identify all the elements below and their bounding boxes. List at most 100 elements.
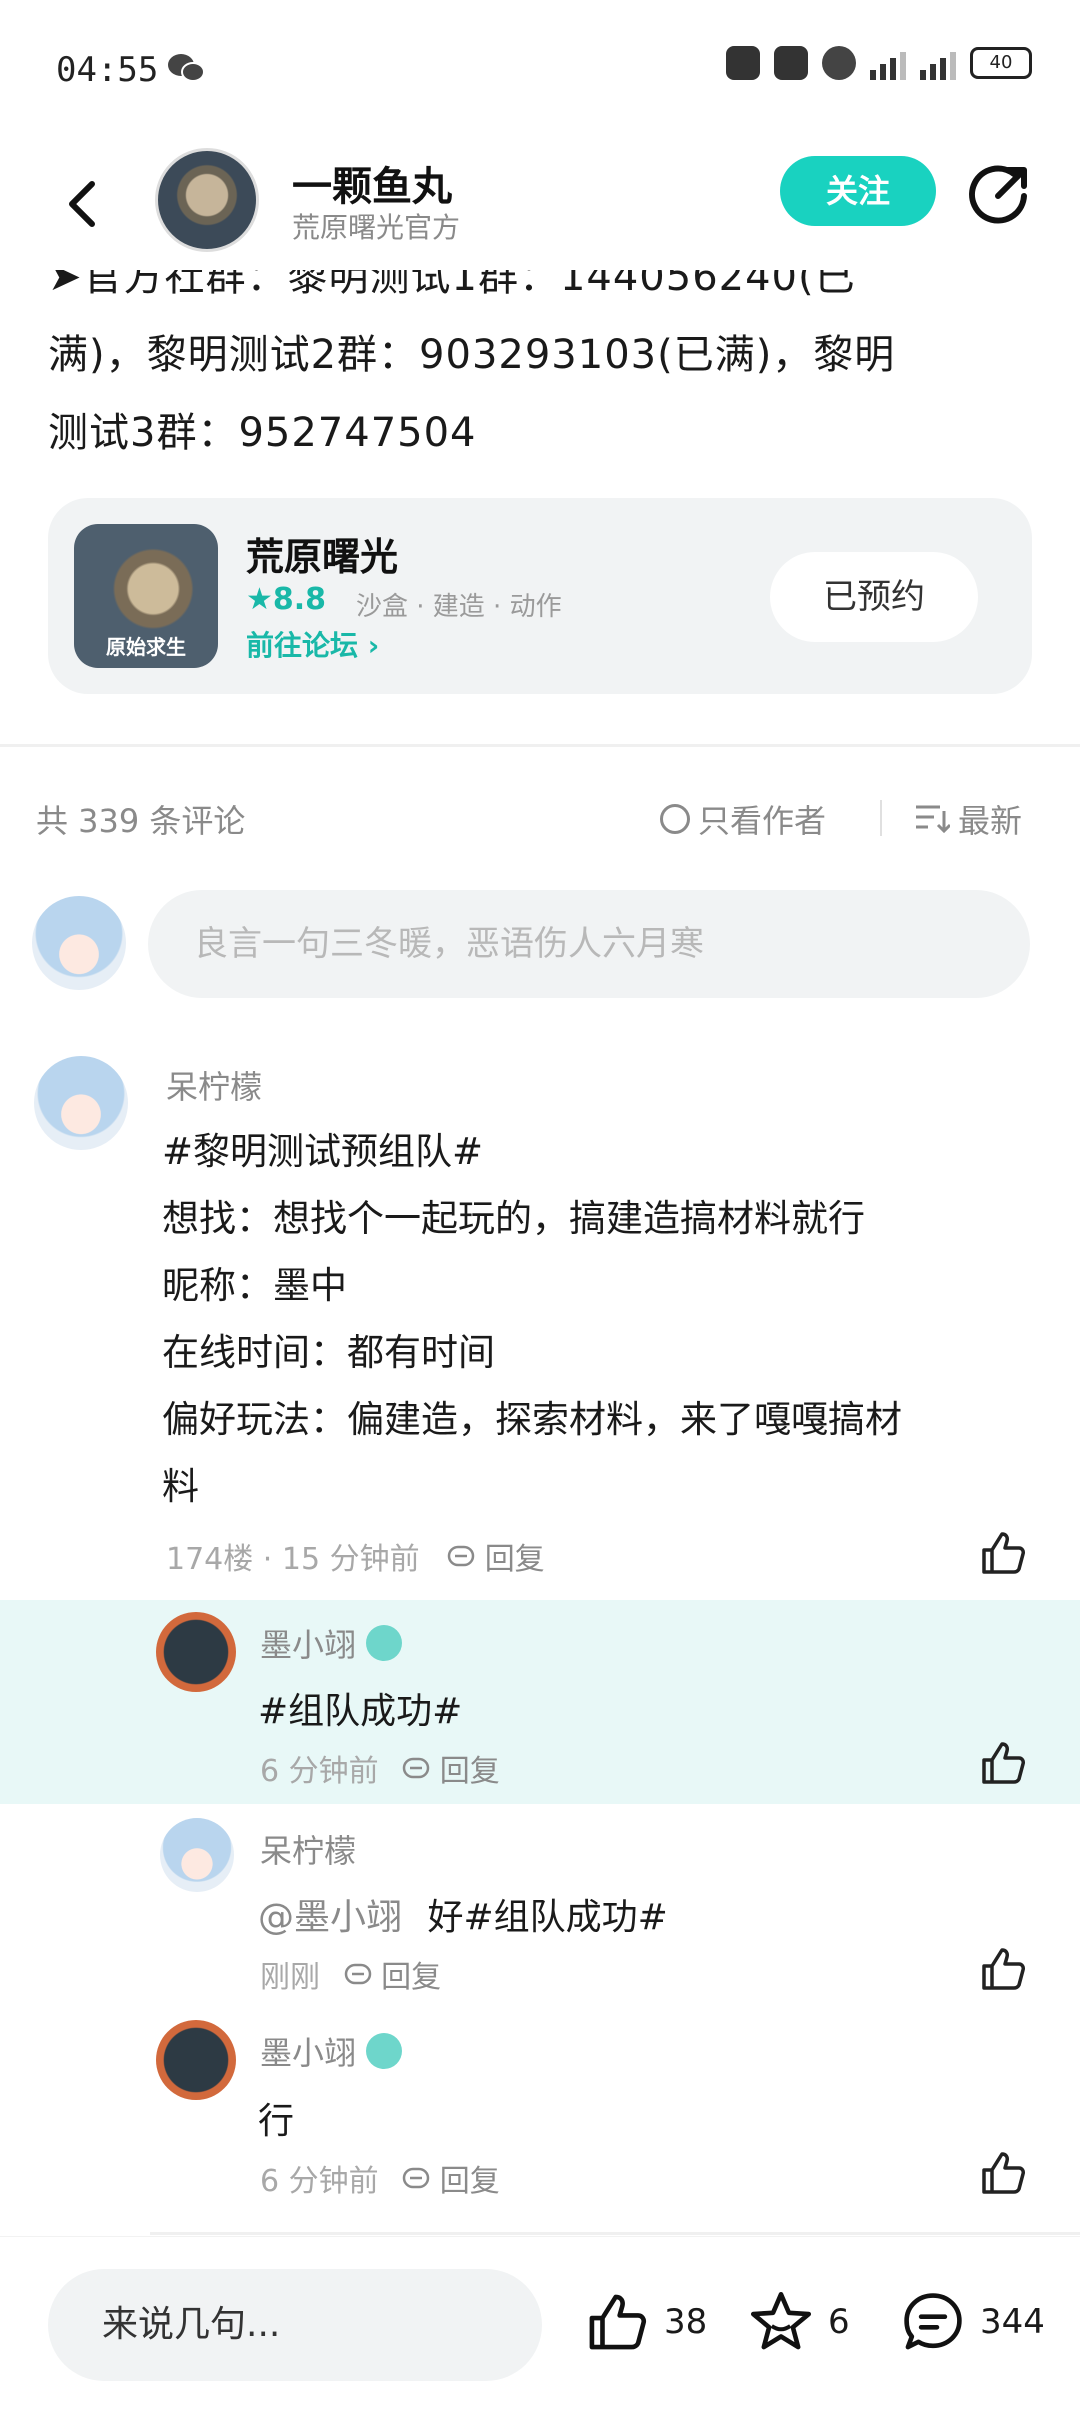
- share-icon: [969, 165, 1027, 224]
- reply-body[interactable]: @墨小翊 好#组队成功#: [258, 1888, 668, 1940]
- bluetooth-icon: [774, 46, 808, 80]
- comment-line: 昵称：墨中: [162, 1264, 347, 1307]
- forum-link[interactable]: 前往论坛 ›: [246, 624, 379, 664]
- comment-input[interactable]: 良言一句三冬暖，恶语伤人六月寒: [148, 890, 1030, 998]
- reply-text: 好#组队成功#: [427, 1897, 668, 1938]
- author-name[interactable]: 一颗鱼丸: [292, 154, 452, 212]
- wechat-icon: [166, 52, 206, 84]
- reply-body[interactable]: #组队成功#: [258, 1682, 462, 1734]
- comment-avatar[interactable]: [34, 1056, 128, 1150]
- app-notification-icon: [726, 46, 760, 80]
- signal-2-icon: [920, 46, 956, 80]
- game-card[interactable]: 原始求生 荒原曙光 ★8.8 沙盒 · 建造 · 动作 前往论坛 › 已预约: [48, 498, 1032, 694]
- reply-label: 回复: [381, 1960, 442, 1995]
- reply-icon: [402, 1757, 430, 1779]
- comments-button[interactable]: 344: [900, 2289, 1045, 2355]
- favorite-count: 6: [828, 2302, 850, 2342]
- reply-input[interactable]: 来说几句...: [48, 2269, 542, 2381]
- status-time: 04:55: [56, 50, 159, 90]
- reply-time: 刚刚: [260, 1960, 320, 1995]
- comment-bubble-icon: [904, 2293, 962, 2350]
- favorite-button[interactable]: 6: [748, 2289, 850, 2355]
- thumb-up-icon: [982, 1948, 1025, 1990]
- comment-body: #黎明测试预组队# 想找：想找个一起玩的，搞建造搞材料就行 昵称：墨中 在线时间…: [162, 1118, 1042, 1520]
- mention-link[interactable]: @墨小翊: [258, 1897, 402, 1938]
- reply-author[interactable]: 呆柠檬: [260, 1826, 356, 1872]
- reply-time: 6 分钟前: [260, 2164, 379, 2199]
- game-icon: 原始求生: [74, 524, 218, 668]
- like-button[interactable]: [978, 1738, 1028, 1788]
- status-icons: 40: [726, 46, 1032, 80]
- share-button[interactable]: [968, 160, 1034, 226]
- bottom-action-bar: 来说几句... 38 6 344: [0, 2236, 1080, 2413]
- reply-meta: 6 分钟前 回复: [260, 2156, 500, 2200]
- only-author-label: 只看作者: [698, 802, 827, 840]
- reply-time: 6 分钟前: [260, 1754, 379, 1789]
- star-icon: [750, 2291, 812, 2350]
- reply-avatar[interactable]: [156, 2020, 236, 2100]
- game-rating: ★8.8: [246, 582, 327, 617]
- comment-meta: 174楼 · 15 分钟前 回复: [166, 1534, 545, 1578]
- comment-line[interactable]: #黎明测试预组队#: [162, 1118, 1042, 1185]
- sort-button[interactable]: 最新: [914, 796, 1022, 842]
- reply-meta: 刚刚 回复: [260, 1952, 441, 1996]
- reply-author-name: 墨小翊: [260, 1626, 357, 1664]
- comment-total: 344: [980, 2302, 1045, 2342]
- follow-button[interactable]: 关注: [780, 156, 936, 226]
- post-line: ➤官方社群：黎明测试1群：144056240(已: [48, 270, 856, 300]
- like-button[interactable]: [978, 1944, 1028, 1994]
- post-line: 测试3群：952747504: [48, 410, 477, 456]
- author-subtitle: 荒原曙光官方: [292, 211, 461, 244]
- reply-author[interactable]: 墨小翊: [260, 1620, 403, 1666]
- my-avatar: [32, 896, 126, 990]
- reply-label: 回复: [484, 1542, 545, 1577]
- divider: [880, 800, 882, 836]
- reply-label: 回复: [439, 1754, 500, 1789]
- only-author-toggle[interactable]: 只看作者: [660, 796, 826, 842]
- comment-time: 174楼 · 15 分钟前: [166, 1542, 420, 1577]
- reply-button[interactable]: 回复: [402, 1754, 500, 1789]
- sort-label: 最新: [958, 802, 1023, 840]
- section-divider: [0, 744, 1080, 747]
- like-button[interactable]: [978, 1528, 1028, 1578]
- game-icon-label: 原始求生: [106, 635, 186, 659]
- reply-author-name: 墨小翊: [260, 2034, 357, 2072]
- verified-badge-icon: [366, 2033, 403, 2069]
- comment-line: 偏好玩法：偏建造，探索材料，来了嘎嘎搞材: [162, 1398, 902, 1441]
- chevron-left-icon: [69, 181, 95, 227]
- reply-button[interactable]: 回复: [344, 1960, 442, 1995]
- comment-line: 在线时间：都有时间: [162, 1331, 495, 1374]
- reply-meta: 6 分钟前 回复: [260, 1746, 500, 1790]
- comment-author[interactable]: 呆柠檬: [166, 1062, 262, 1108]
- comment-line: 想找：想找个一起玩的，搞建造搞材料就行: [162, 1197, 865, 1240]
- post-content: ➤官方社群：黎明测试1群：144056240(已 满)，黎明测试2群：90329…: [0, 270, 1080, 460]
- reply-icon: [402, 2167, 430, 2189]
- paw-icon: [822, 46, 856, 80]
- game-title: 荒原曙光: [246, 535, 399, 579]
- post-line: 满)，黎明测试2群：903293103(已满)，黎明: [48, 332, 896, 378]
- battery-icon: 40: [970, 47, 1032, 79]
- post-header: 一颗鱼丸 荒原曙光官方 关注: [0, 140, 1080, 270]
- thumb-up-icon: [982, 2152, 1025, 2194]
- reserved-button[interactable]: 已预约: [770, 552, 978, 642]
- game-tags: 沙盒 · 建造 · 动作: [356, 592, 562, 622]
- reply-icon: [344, 1963, 371, 1985]
- reply-author[interactable]: 墨小翊: [260, 2028, 403, 2074]
- comment-count: 共 339 条评论: [36, 802, 246, 840]
- reply-avatar[interactable]: [156, 1612, 236, 1692]
- reply-button[interactable]: 回复: [402, 2164, 500, 2199]
- divider: [150, 2232, 1080, 2235]
- back-button[interactable]: [54, 174, 114, 234]
- signal-1-icon: [870, 46, 906, 80]
- post-like-button[interactable]: 38: [584, 2289, 707, 2355]
- reply-button[interactable]: 回复: [447, 1542, 545, 1577]
- like-count: 38: [664, 2302, 708, 2342]
- reply-avatar[interactable]: [160, 1818, 234, 1892]
- thumb-up-icon: [982, 1532, 1025, 1574]
- sort-icon: [916, 805, 950, 834]
- thumb-up-icon: [982, 1742, 1025, 1784]
- like-button[interactable]: [978, 2148, 1028, 2198]
- author-avatar[interactable]: [155, 148, 259, 252]
- reply-body[interactable]: 行: [258, 2092, 294, 2144]
- status-bar: 04:55 40: [0, 0, 1080, 140]
